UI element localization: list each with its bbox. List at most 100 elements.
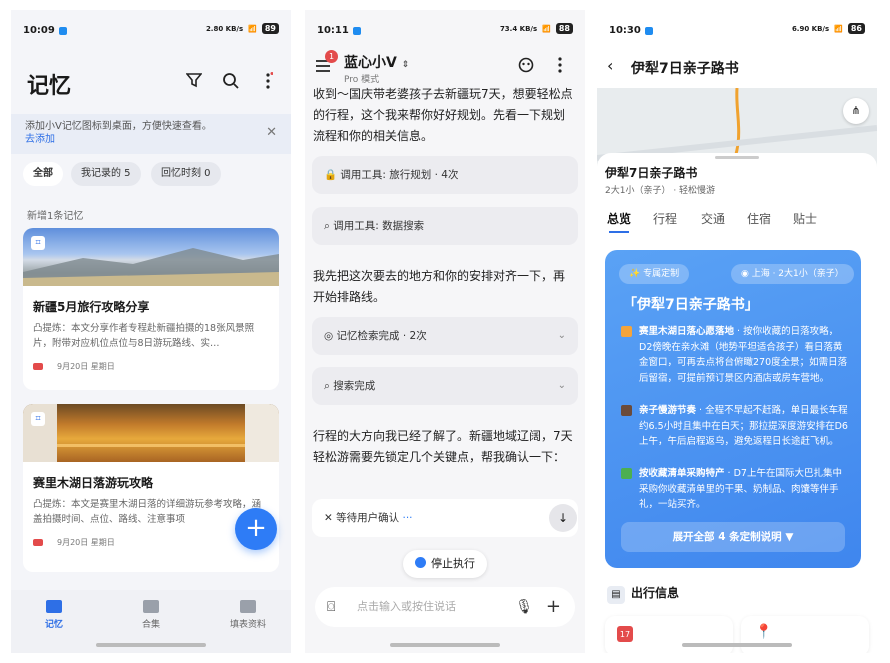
form-icon (240, 600, 256, 613)
tab-transport[interactable]: 交通 (701, 210, 725, 227)
input-placeholder: 点击输入或按住说话 (357, 600, 456, 613)
search-icon[interactable] (222, 72, 239, 93)
add-button[interactable]: + (235, 508, 277, 550)
memory-card[interactable]: ⌗ 赛里木湖日落游玩攻略 凸提炼：本文是赛里木湖日落的详细游玩参考攻略，涵盖拍摄… (23, 404, 279, 572)
scan-icon: ⌗ (31, 412, 45, 426)
more-icon[interactable] (557, 56, 563, 78)
microphone-icon[interactable]: 🎙 (515, 587, 533, 627)
custom-plan-card: ✨ 专属定制 ◉ 上海 · 2大1小（亲子） 「伊犁7日亲子路书」 赛里木湖日落… (605, 250, 861, 568)
page-title: 伊犁7日亲子路书 (631, 61, 739, 77)
expand-button[interactable]: 展开全部 4 条定制说明 ▼ (621, 522, 845, 552)
page-title: 记忆 (27, 74, 72, 99)
date-card[interactable]: 17 (605, 616, 733, 653)
tool-step[interactable]: ◎ 记忆检索完成 · 2次 ⌄ (312, 317, 578, 355)
chevron-down-icon: ⌄ (557, 380, 566, 391)
home-indicator (390, 643, 500, 647)
add-to-desktop-link[interactable]: 去添加 (25, 134, 55, 145)
scan-icon: ⌗ (31, 236, 45, 250)
desktop-tip-banner: 添加小V记忆图标到桌面，方便快速查看。 去添加 ✕ (11, 114, 291, 154)
tip-text: 添加小V记忆图标到桌面，方便快速查看。 (25, 121, 212, 132)
drag-handle[interactable] (715, 156, 759, 159)
section-label: 新增1条记忆 (27, 211, 84, 222)
status-bar: 10:30 6.90 KB/s 📶 86 (597, 10, 877, 48)
chip-moments[interactable]: 回忆时刻 0 (151, 162, 221, 186)
location-tag: ◉ 上海 · 2大1小（亲子） (731, 264, 854, 284)
waiting-step: ✕ 等待用户确认 ··· (312, 499, 578, 537)
nav-collection[interactable]: 合集 (116, 600, 186, 630)
status-bar: 10:09 2.80 KB/s 📶 89 (11, 10, 291, 48)
plan-name: 「伊犁7日亲子路书」 (623, 297, 759, 313)
search-icon: ⌕ (324, 380, 334, 392)
tab-overview[interactable]: 总览 (607, 210, 631, 227)
tools-icon: ✕ (324, 512, 337, 524)
plan-item: 按收藏清单采购特产 · D7上午在国际大巴扎集中采购你收藏清单里的干果、奶制品、… (621, 466, 849, 513)
chip-my-records[interactable]: 我记录的 5 (71, 162, 141, 186)
net-speed: 73.4 KB/s (499, 24, 538, 33)
share-icon[interactable]: ⋔ (843, 98, 869, 124)
tool-step[interactable]: 🔒 调用工具: 旅行规划 · 4次 (312, 156, 578, 194)
location-card[interactable]: 📍 (741, 616, 869, 653)
tool-step[interactable]: ⌕ 调用工具: 数据搜索 (312, 207, 578, 245)
status-time: 10:11 (317, 25, 349, 36)
chip-all[interactable]: 全部 (23, 162, 63, 186)
nav-memory[interactable]: 记忆 (19, 600, 89, 630)
section-travel-info: ▤ 出行信息 (607, 584, 679, 604)
tab-indicator (609, 231, 629, 233)
back-icon[interactable]: ‹ (607, 56, 613, 75)
family-icon (621, 405, 632, 416)
plus-icon[interactable]: + (546, 587, 561, 627)
scroll-down-button[interactable]: ↓ (549, 504, 577, 532)
shopping-icon (621, 468, 632, 479)
map-pin-icon: 📍 (755, 624, 773, 640)
net-speed: 2.80 KB/s (205, 24, 244, 33)
battery-level: 88 (555, 23, 573, 34)
tab-lodging[interactable]: 住宿 (747, 210, 771, 227)
notification-badge: 1 (325, 50, 338, 63)
top-bar: ‹ 伊犁7日亲子路书 (597, 48, 877, 88)
close-icon[interactable]: ✕ (266, 126, 277, 139)
battery-level: 89 (261, 23, 279, 34)
assistant-name[interactable]: 蓝心小V ⇕ (344, 52, 409, 72)
stop-icon (415, 557, 426, 568)
status-bar: 10:11 73.4 KB/s 📶 88 (305, 10, 585, 48)
chat-screen: 10:11 73.4 KB/s 📶 88 1 蓝心小V ⇕ Pro 模式 收到～国庆… (305, 10, 585, 653)
sheet-title: 伊犁7日亲子路书 (605, 166, 698, 180)
menu-icon[interactable]: 1 (315, 50, 338, 77)
memory-icon (46, 600, 62, 613)
chevron-updown-icon: ⇕ (401, 60, 410, 70)
plan-item: 亲子慢游节奏 · 全程不早起不赶路，单日最长车程约6.5小时且集中在白天；那拉提… (621, 403, 849, 450)
custom-tag: ✨ 专属定制 (619, 264, 690, 284)
clipboard-icon: ▤ (607, 586, 625, 604)
sunset-icon (621, 326, 632, 337)
camera-icon[interactable]: ⌼ (327, 587, 335, 627)
agent-icon[interactable] (518, 57, 534, 77)
memory-screen: 10:09 2.80 KB/s 📶 89 记忆 添加小V记忆图标到桌面，方便快速查看… (11, 10, 291, 653)
sheet-meta: 2大1小（亲子） · 轻松慢游 (605, 186, 716, 196)
tab-itinerary[interactable]: 行程 (653, 210, 677, 227)
chevron-down-icon: ⌄ (557, 330, 566, 341)
search-icon: ⌕ (324, 220, 334, 232)
itinerary-screen: 10:30 6.90 KB/s 📶 86 ‹ 伊犁7日亲子路书 ⋔ 伊犁7日亲子路书… (597, 10, 877, 653)
calendar-icon: 17 (617, 626, 633, 642)
folder-icon (143, 600, 159, 613)
tab-tips[interactable]: 贴士 (793, 210, 817, 227)
chat-input[interactable]: ⌼ 点击输入或按住说话 🎙 + (315, 587, 575, 627)
status-time: 10:30 (609, 25, 641, 36)
card-image: ⌗ (23, 404, 279, 462)
stop-button[interactable]: 停止执行 (403, 550, 487, 578)
net-speed: 6.90 KB/s (791, 24, 830, 33)
nav-form-data[interactable]: 填表资料 (213, 600, 283, 630)
plan-item: 赛里木湖日落心愿落地 · 按你收藏的日落攻略，D2傍晚在亲水滩（地势平坦适合孩子… (621, 324, 849, 386)
card-title: 新疆5月旅行攻略分享 (33, 300, 150, 314)
tool-step[interactable]: ⌕ 搜索完成 ⌄ (312, 367, 578, 405)
status-time: 10:09 (23, 25, 55, 36)
memory-card[interactable]: ⌗ 新疆5月旅行攻略分享 凸提炼：本文分享作者专程赴新疆拍摄的18张风景照片，附… (23, 228, 279, 390)
card-title: 赛里木湖日落游玩攻略 (33, 476, 154, 490)
card-image: ⌗ (23, 228, 279, 286)
lock-icon: 🔒 (324, 169, 341, 181)
filter-icon[interactable] (185, 72, 203, 92)
home-indicator (682, 643, 792, 647)
card-date: 9月20日 星期日 (23, 351, 279, 372)
more-icon[interactable] (263, 72, 274, 94)
assistant-message: 我先把这次要去的地方和你的安排对齐一下，再开始排路线。 (313, 269, 566, 304)
